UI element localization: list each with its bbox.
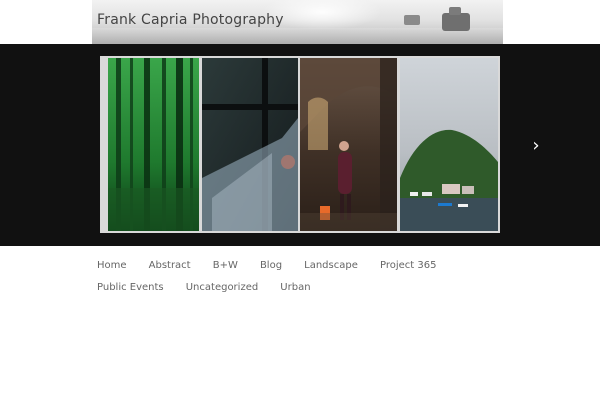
nav-item-blog[interactable]: Blog <box>260 260 282 271</box>
forest-photo <box>108 58 199 231</box>
site-header: Frank Capria Photography <box>0 0 600 44</box>
carousel-slide-lake[interactable] <box>400 58 498 231</box>
banner-water <box>92 28 503 44</box>
nav-item-public-events[interactable]: Public Events <box>97 282 164 293</box>
category-navigation: Home Abstract B+W Blog Landscape Project… <box>97 253 527 297</box>
carousel-frame <box>100 56 500 233</box>
nav-item-landscape[interactable]: Landscape <box>304 260 358 271</box>
banner-boat-large <box>442 7 470 31</box>
nav-item-project-365[interactable]: Project 365 <box>380 260 436 271</box>
nav-item-urban[interactable]: Urban <box>280 282 310 293</box>
banner-boat-small <box>404 15 420 25</box>
nav-item-abstract[interactable]: Abstract <box>149 260 191 271</box>
street-photo <box>300 58 397 231</box>
carousel-slide-street[interactable] <box>300 58 397 231</box>
nav-item-home[interactable]: Home <box>97 260 127 271</box>
nav-item-bw[interactable]: B+W <box>213 260 238 271</box>
carousel-slide-forest[interactable] <box>108 58 199 231</box>
carousel-slide-window[interactable] <box>202 58 298 231</box>
next-slide-arrow-icon[interactable]: › <box>526 136 546 156</box>
photo-carousel: › <box>0 44 600 246</box>
nav-list: Home Abstract B+W Blog Landscape Project… <box>97 253 527 297</box>
site-title[interactable]: Frank Capria Photography <box>97 12 284 28</box>
nav-item-uncategorized[interactable]: Uncategorized <box>186 282 258 293</box>
window-photo <box>202 58 298 231</box>
lake-photo <box>400 58 498 231</box>
